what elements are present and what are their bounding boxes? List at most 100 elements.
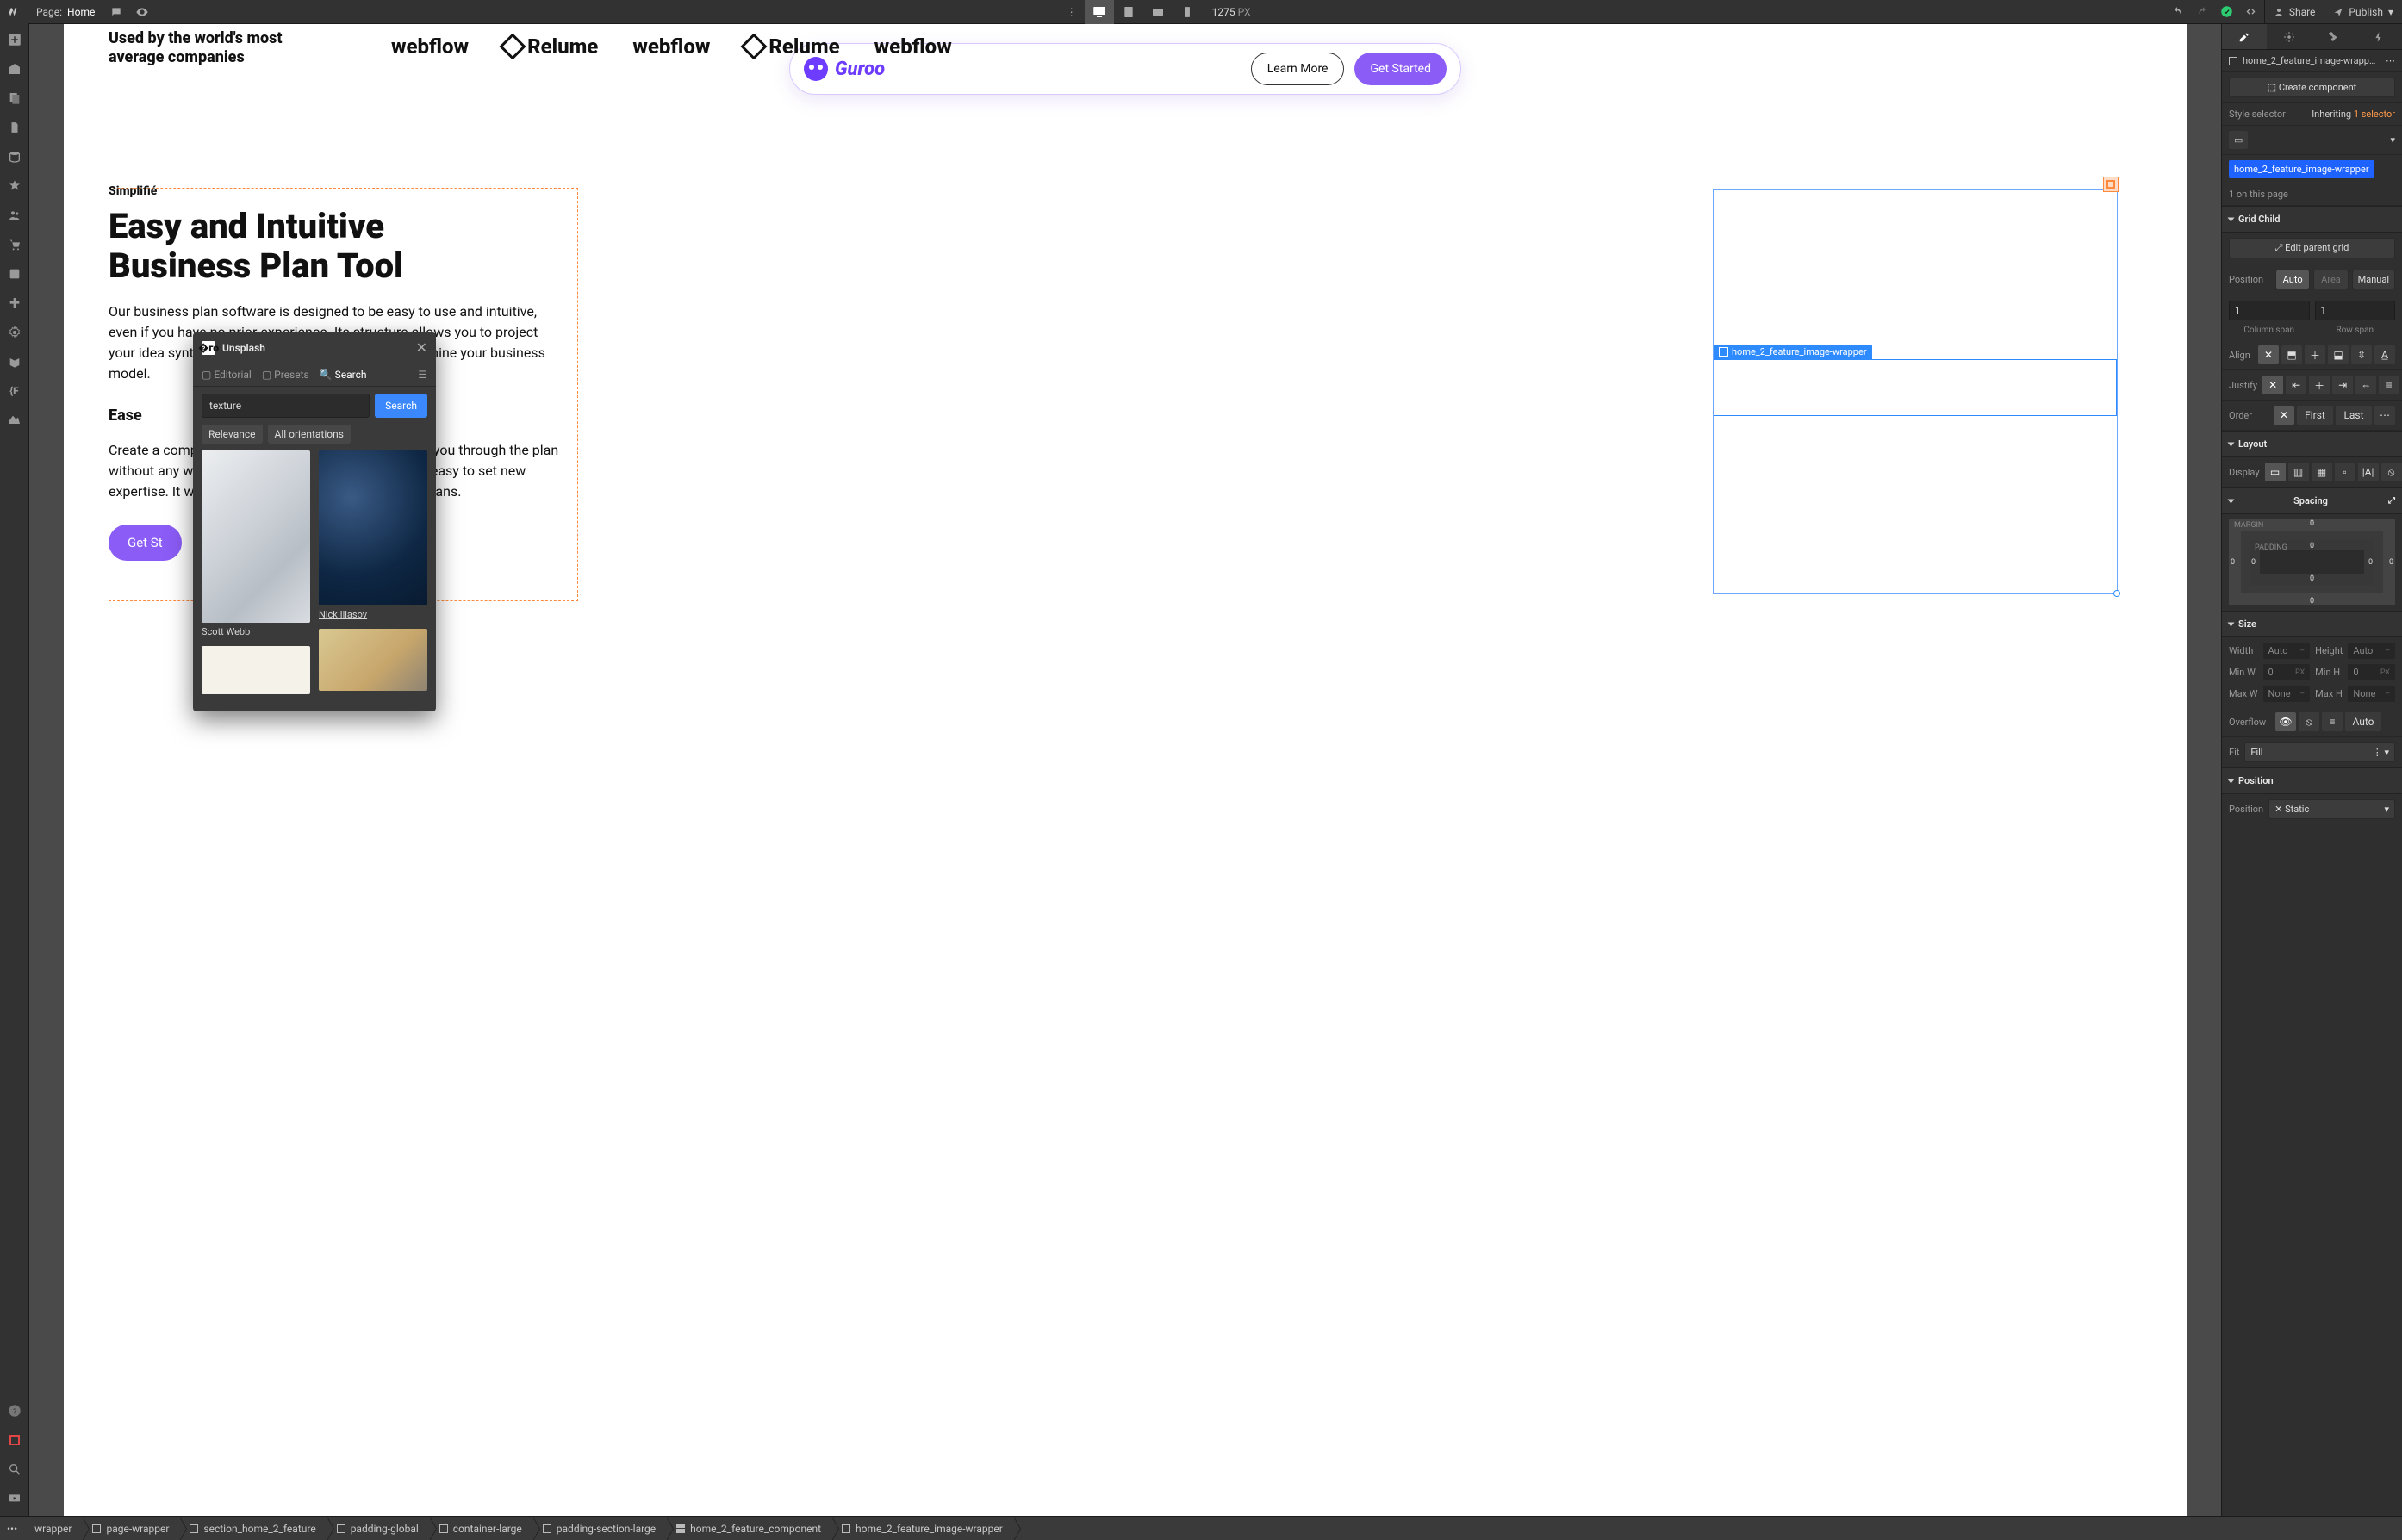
margin-bottom-value[interactable]: 0 [2310, 597, 2314, 605]
align-center-icon[interactable]: ＋ [2305, 345, 2325, 364]
align-stretch-icon[interactable]: ⇳ [2351, 345, 2372, 364]
settings-icon[interactable] [4, 322, 25, 343]
spacing-editor[interactable]: MARGIN PADDING 0 0 0 0 0 0 0 0 [2229, 519, 2395, 605]
add-element-icon[interactable] [4, 29, 25, 50]
get-started-button[interactable]: Get St [109, 525, 182, 561]
create-component-button[interactable]: ⬚ Create component [2229, 78, 2395, 97]
display-inline-icon[interactable]: |A| [2358, 463, 2379, 481]
variables-icon[interactable] [4, 351, 25, 372]
edit-parent-grid-button[interactable]: ⤢ Edit parent grid [2229, 238, 2395, 258]
maxw-input[interactable]: None– [2263, 686, 2311, 702]
more-icon[interactable]: ⋯ [2386, 55, 2395, 66]
tab-presets[interactable]: ▢ Presets [262, 369, 309, 381]
canvas-width[interactable]: 1275 PX [1202, 6, 1261, 18]
margin-left-value[interactable]: 0 [2231, 558, 2235, 567]
effects-tab[interactable] [2357, 24, 2402, 49]
margin-top-value[interactable]: 0 [2310, 519, 2314, 528]
result-credit-2[interactable]: Nick Iliasov [319, 609, 427, 620]
components-icon[interactable] [4, 117, 25, 138]
align-end-icon[interactable]: ⬓ [2328, 345, 2349, 364]
preview-icon[interactable] [129, 0, 155, 24]
breadcrumb-item[interactable]: padding-section-large [532, 1517, 666, 1540]
result-thumb-1[interactable] [202, 450, 310, 623]
margin-right-value[interactable]: 0 [2389, 558, 2393, 567]
device-tablet-button[interactable] [1114, 0, 1143, 24]
result-thumb-2[interactable] [319, 450, 427, 605]
modal-menu-icon[interactable]: ☰ [418, 369, 427, 381]
selected-element-outline[interactable]: home_2_feature_image-wrapper [1714, 359, 2117, 416]
page-switcher[interactable]: Page: Home [28, 0, 103, 23]
logic-icon[interactable] [4, 264, 25, 284]
code-icon[interactable] [2238, 0, 2264, 24]
more-icon[interactable]: ⋮ [1059, 0, 1085, 24]
status-ok-icon[interactable] [2216, 0, 2238, 24]
state-selector[interactable]: ▭ [2229, 131, 2248, 149]
share-button[interactable]: Share [2264, 0, 2324, 23]
filter-relevance[interactable]: Relevance [202, 425, 263, 444]
tutorials-icon[interactable] [4, 1488, 25, 1509]
cms-icon[interactable] [4, 146, 25, 167]
section-position[interactable]: Position [2222, 767, 2402, 794]
class-chip[interactable]: home_2_feature_image-wrapper [2229, 160, 2374, 178]
resize-handle[interactable] [2113, 590, 2120, 597]
justify-stretch-icon[interactable]: ⇔ [2355, 376, 2376, 394]
column-span-input[interactable] [2229, 301, 2310, 320]
display-flex-icon[interactable]: ▥ [2288, 463, 2309, 481]
selected-grid-area[interactable]: home_2_feature_image-wrapper [1713, 189, 2118, 594]
section-size[interactable]: Size [2222, 611, 2402, 637]
minh-input[interactable]: 0PX [2348, 664, 2395, 680]
row-span-input[interactable] [2315, 301, 2396, 320]
overflow-visible-icon[interactable]: 👁 [2275, 712, 2296, 731]
overflow-hidden-icon[interactable]: ⦸ [2299, 712, 2319, 731]
gridchild-area-button[interactable]: Area [2313, 270, 2348, 289]
section-spacing[interactable]: Spacing ⤢ [2222, 487, 2402, 514]
justify-start-icon[interactable]: ⇤ [2286, 376, 2306, 394]
align-baseline-icon[interactable]: A̲ [2374, 345, 2395, 364]
align-clear-icon[interactable]: ✕ [2258, 345, 2279, 364]
breadcrumb-item-current[interactable]: home_2_feature_image-wrapper [831, 1517, 1013, 1540]
selected-element-label[interactable]: home_2_feature_image-wrapper [1714, 345, 1872, 359]
display-inlineblock-icon[interactable]: ▫ [2335, 463, 2355, 481]
breadcrumb-item[interactable]: page-wrapper [82, 1517, 179, 1540]
redo-icon[interactable] [2190, 0, 2216, 24]
grid-area-badge-icon[interactable] [2103, 177, 2119, 192]
audit-icon[interactable] [4, 410, 25, 431]
position-select[interactable]: ✕ Static▾ [2268, 799, 2395, 819]
justify-space-icon[interactable]: ≡ [2379, 376, 2399, 394]
assets-icon[interactable] [4, 176, 25, 196]
breadcrumb-item[interactable]: home_2_feature_component [666, 1517, 831, 1540]
unsplash-search-button[interactable]: Search [375, 394, 427, 418]
chevron-down-icon[interactable]: ▾ [2390, 134, 2395, 146]
order-last-button[interactable]: Last [2336, 406, 2372, 425]
publish-button[interactable]: Publish ▾ [2324, 0, 2402, 23]
padding-right-value[interactable]: 0 [2368, 558, 2373, 567]
design-canvas[interactable]: Used by the world's most average compani… [29, 24, 2221, 1516]
spacing-expand-icon[interactable]: ⤢ [2388, 496, 2395, 506]
style-tab[interactable] [2222, 24, 2267, 49]
tab-editorial[interactable]: ▢ Editorial [202, 369, 252, 381]
overflow-auto-button[interactable]: Auto [2345, 712, 2381, 731]
breadcrumb-item[interactable]: container-large [429, 1517, 532, 1540]
breadcrumb-overflow[interactable]: ••• [0, 1523, 24, 1535]
display-block-icon[interactable]: ▭ [2265, 463, 2286, 481]
help-icon[interactable]: ? [4, 1400, 25, 1421]
width-input[interactable]: Auto– [2263, 643, 2311, 659]
result-thumb-4[interactable] [319, 629, 427, 691]
order-more-icon[interactable]: ⋯ [2374, 406, 2395, 425]
gridchild-auto-button[interactable]: Auto [2275, 270, 2310, 289]
display-grid-icon[interactable]: ▦ [2312, 463, 2332, 481]
overflow-scroll-icon[interactable]: ≡ [2322, 712, 2343, 731]
close-icon[interactable]: ✕ [416, 339, 427, 356]
padding-left-value[interactable]: 0 [2251, 558, 2256, 567]
search-icon[interactable] [4, 1459, 25, 1480]
padding-top-value[interactable]: 0 [2310, 542, 2314, 550]
section-grid-child[interactable]: Grid Child [2222, 206, 2402, 233]
comments-icon[interactable] [103, 0, 129, 24]
result-credit-1[interactable]: Scott Webb [202, 626, 310, 637]
record-icon[interactable] [4, 1430, 25, 1450]
selected-class-name[interactable]: home_2_feature_image-wrapper S… [2243, 55, 2380, 66]
interactions-tab[interactable] [2312, 24, 2357, 49]
height-input[interactable]: Auto– [2348, 643, 2395, 659]
result-thumb-3[interactable] [202, 646, 310, 694]
justify-center-icon[interactable]: ＋ [2309, 376, 2330, 394]
